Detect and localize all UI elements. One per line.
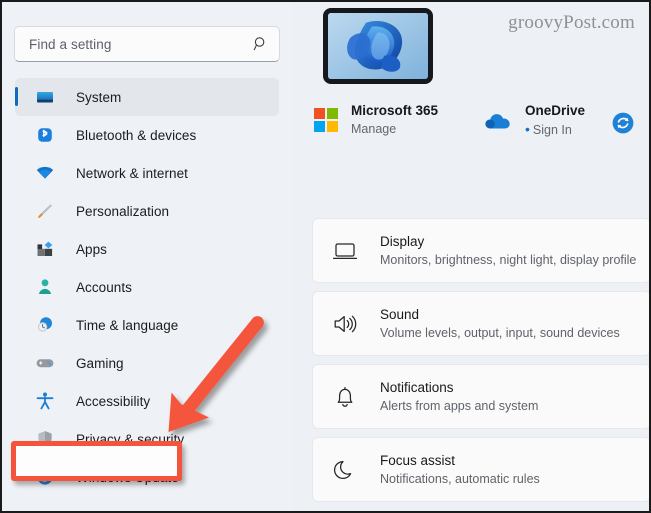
sidebar-item-apps[interactable]: Apps bbox=[15, 230, 279, 268]
bluetooth-icon bbox=[35, 125, 55, 145]
card-subtitle: Monitors, brightness, night light, displ… bbox=[380, 252, 637, 267]
watermark: groovyPost.com bbox=[508, 12, 635, 33]
search-placeholder: Find a setting bbox=[29, 36, 112, 52]
sidebar-item-label: Accessibility bbox=[76, 393, 151, 409]
paintbrush-icon bbox=[35, 201, 55, 221]
sidebar: Find a setting System Bluetooth & device… bbox=[2, 2, 292, 511]
sidebar-item-label: Accounts bbox=[76, 279, 132, 295]
card-title: Display bbox=[380, 233, 425, 249]
card-title: Sound bbox=[380, 306, 420, 322]
account-title: Microsoft 365 bbox=[351, 103, 439, 118]
account-subtitle[interactable]: Manage bbox=[351, 121, 438, 138]
settings-card-focus-assist[interactable]: Focus assist Notifications, automatic ru… bbox=[312, 437, 649, 502]
search-input[interactable]: Find a setting bbox=[14, 26, 280, 62]
onedrive-cloud-icon bbox=[484, 109, 512, 133]
clock-globe-icon bbox=[35, 315, 55, 335]
gamepad-icon bbox=[35, 353, 55, 373]
sidebar-item-time-language[interactable]: Time & language bbox=[15, 306, 279, 344]
sidebar-item-accessibility[interactable]: Accessibility bbox=[15, 382, 279, 420]
sidebar-item-accounts[interactable]: Accounts bbox=[15, 268, 279, 306]
sidebar-item-label: Time & language bbox=[76, 317, 179, 333]
card-title: Focus assist bbox=[380, 452, 456, 468]
moon-icon bbox=[331, 456, 359, 484]
apps-icon bbox=[35, 239, 55, 259]
sidebar-item-network-internet[interactable]: Network & internet bbox=[15, 154, 279, 192]
card-title: Notifications bbox=[380, 379, 454, 395]
sidebar-item-bluetooth-devices[interactable]: Bluetooth & devices bbox=[15, 116, 279, 154]
onedrive-entry[interactable]: OneDrive • Sign In bbox=[484, 102, 585, 139]
device-thumbnail bbox=[323, 8, 433, 84]
person-icon bbox=[35, 277, 55, 297]
wifi-icon bbox=[35, 163, 55, 183]
sidebar-item-label: System bbox=[76, 89, 122, 105]
settings-cards-list: Display Monitors, brightness, night ligh… bbox=[312, 218, 649, 510]
bell-icon bbox=[331, 383, 359, 411]
settings-card-display[interactable]: Display Monitors, brightness, night ligh… bbox=[312, 218, 649, 283]
settings-card-sound[interactable]: Sound Volume levels, output, input, soun… bbox=[312, 291, 649, 356]
main-content: groovyPost.com Microsoft 365 Manage OneD… bbox=[292, 2, 649, 511]
accessibility-icon bbox=[35, 391, 55, 411]
sidebar-item-gaming[interactable]: Gaming bbox=[15, 344, 279, 382]
monitor-icon bbox=[35, 87, 55, 107]
microsoft-logo-icon bbox=[314, 108, 338, 132]
sidebar-item-label: Personalization bbox=[76, 203, 170, 219]
card-subtitle: Alerts from apps and system bbox=[380, 398, 539, 413]
sidebar-item-personalization[interactable]: Personalization bbox=[15, 192, 279, 230]
search-icon[interactable] bbox=[253, 36, 269, 52]
sidebar-nav: System Bluetooth & devices Network & int… bbox=[2, 78, 292, 496]
account-subtitle-text: Sign In bbox=[532, 123, 572, 137]
monitor-outline-icon bbox=[331, 237, 359, 265]
account-title: OneDrive bbox=[525, 103, 586, 118]
sidebar-item-label: Bluetooth & devices bbox=[76, 127, 197, 143]
sync-icon[interactable] bbox=[611, 111, 635, 135]
windows-bloom-wallpaper-icon bbox=[328, 13, 428, 79]
sidebar-item-system[interactable]: System bbox=[15, 78, 279, 116]
settings-window: Find a setting System Bluetooth & device… bbox=[0, 0, 651, 513]
microsoft-365-entry[interactable]: Microsoft 365 Manage bbox=[314, 102, 438, 138]
sidebar-item-label: Gaming bbox=[76, 355, 124, 371]
sidebar-item-label: Apps bbox=[76, 241, 107, 257]
sidebar-item-label: Privacy & security bbox=[76, 431, 185, 447]
account-subtitle[interactable]: • Sign In bbox=[525, 121, 585, 139]
account-summary-row: Microsoft 365 Manage OneDrive • Sign In bbox=[314, 102, 649, 148]
settings-card-notifications[interactable]: Notifications Alerts from apps and syste… bbox=[312, 364, 649, 429]
card-subtitle: Notifications, automatic rules bbox=[380, 471, 540, 486]
status-dot-icon: • bbox=[525, 121, 530, 137]
speaker-icon bbox=[331, 310, 359, 338]
card-subtitle: Volume levels, output, input, sound devi… bbox=[380, 325, 620, 340]
annotation-highlight-fill bbox=[16, 446, 177, 476]
sidebar-item-label: Network & internet bbox=[76, 165, 188, 181]
